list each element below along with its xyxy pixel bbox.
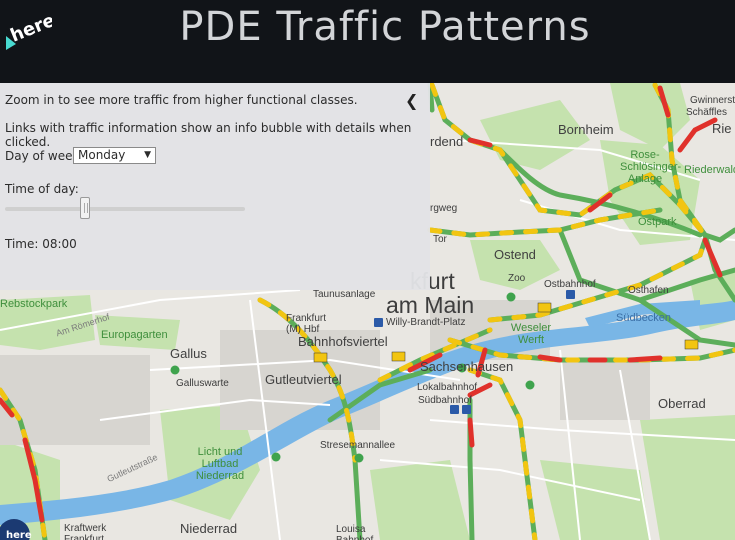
time-of-day-label: Time of day: [5, 182, 79, 196]
place-label-galluswarte: Galluswarte [176, 378, 229, 389]
district-label-oberrad: Oberrad [658, 396, 706, 411]
district-label-gwinnerst: Gwinnerst [690, 95, 735, 106]
day-of-week-value: Monday [78, 148, 126, 162]
park-label-ostpark: Ostpark [638, 216, 677, 228]
time-readout: Time: 08:00 [5, 237, 77, 251]
dropdown-arrow-icon: ▼ [144, 150, 151, 160]
park-label-weseler-werft: Weseler Werft [510, 322, 552, 346]
district-label-gallus: Gallus [170, 346, 207, 361]
district-label-nordend: rdend [430, 134, 464, 149]
city-label-am-main: am Main [386, 292, 475, 318]
district-label-schaeffles: Schäffles [686, 107, 727, 118]
place-label-riederwald: Riederwald [684, 164, 735, 176]
district-label-bahnhofsviertel: Bahnhofsviertel [298, 334, 388, 349]
place-label-louisa: Louisa Bahnhof [336, 524, 373, 540]
district-label-ostend: Ostend [494, 247, 536, 262]
page-title: PDE Traffic Patterns [179, 4, 591, 50]
svg-text:here: here [6, 530, 32, 540]
place-label-stresemannallee: Stresemannallee [320, 440, 396, 451]
time-slider-thumb[interactable] [79, 197, 90, 219]
place-label-tor: Tor [433, 234, 447, 245]
place-label-rgweg: rgweg [430, 203, 458, 214]
info-text: Links with traffic information show an i… [5, 121, 412, 149]
zoom-hint-text: Zoom in to see more traffic from higher … [5, 93, 358, 107]
park-label-rose-schloesinger: Rose-Schlösinger-Anlage [620, 149, 682, 185]
place-label-zoo: Zoo [508, 273, 526, 284]
place-label-osthafen: Osthafen [628, 285, 669, 296]
district-label-niederrad: Niederrad [180, 521, 238, 536]
park-label-rebstockpark: Rebstockpark [0, 298, 68, 310]
place-label-ostbahnhof: Ostbahnhof [544, 279, 596, 290]
day-of-week-select[interactable]: Monday ▼ [73, 147, 156, 164]
app-header: here PDE Traffic Patterns [0, 0, 735, 83]
district-label-gutleutviertel: Gutleutviertel [265, 372, 342, 387]
day-of-week-label: Day of week [5, 149, 80, 163]
place-label-lokalbahnhof: Lokalbahnhof [417, 382, 478, 393]
district-label-bornheim: Bornheim [558, 122, 614, 137]
district-label-rie: Rie [712, 121, 732, 136]
place-label-kraftwerk: Kraftwerk Frankfurt [64, 523, 107, 540]
park-label-europagarten: Europagarten [101, 329, 168, 341]
place-label-taunusanlage: Taunusanlage [313, 289, 376, 300]
district-label-sachsenhausen: Sachsenhausen [420, 359, 514, 374]
park-label-licht-und-luftbad: Licht und Luftbad Niederrad [195, 446, 245, 482]
time-of-day-slider[interactable] [5, 197, 245, 219]
control-panel: Zoom in to see more traffic from higher … [0, 83, 430, 290]
place-label-hbf: Frankfurt (M) Hbf [286, 313, 327, 335]
chevron-left-icon[interactable]: ❮ [405, 91, 418, 110]
place-label-willy-brandt-platz: Willy-Brandt-Platz [386, 317, 466, 328]
place-label-suedbahnhof: Südbahnhof [418, 395, 472, 406]
water-label-suedbecken: Südbecken [616, 312, 672, 324]
